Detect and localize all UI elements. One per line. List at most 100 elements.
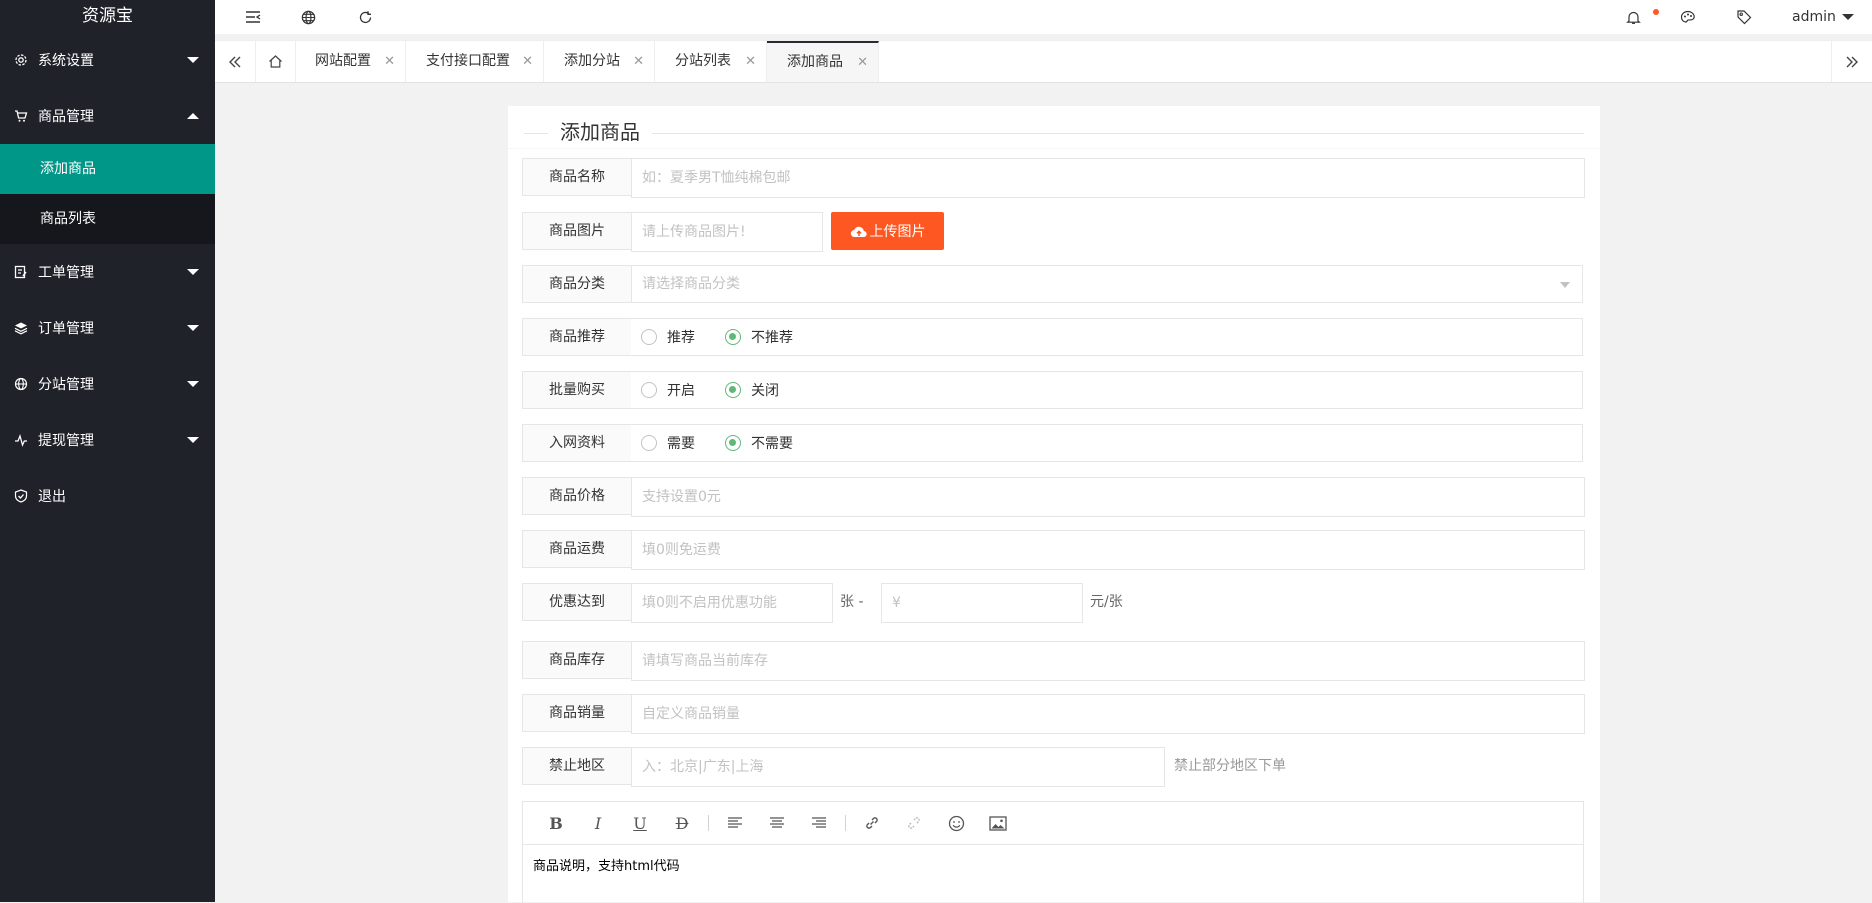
product-shipping-input[interactable]: [631, 530, 1585, 570]
product-image-input[interactable]: [631, 212, 823, 252]
sidebar-item-label: 系统设置: [38, 52, 94, 69]
product-stock-input[interactable]: [631, 641, 1585, 681]
product-price-input[interactable]: [631, 477, 1585, 517]
forbidden-region-input[interactable]: [631, 747, 1165, 787]
gear-icon: [14, 53, 28, 67]
close-icon[interactable]: ✕: [384, 41, 395, 82]
tab-payment-config[interactable]: 支付接口配置 ✕: [406, 41, 544, 82]
tab-site-config[interactable]: 网站配置 ✕: [295, 41, 406, 82]
radio-label: 需要: [667, 436, 695, 452]
globe-icon: [14, 377, 28, 391]
tabs-scroll-right-icon[interactable]: [1831, 41, 1872, 82]
radio-circle-checked: [725, 382, 741, 398]
italic-icon[interactable]: I: [577, 802, 619, 844]
sidebar-item-logout[interactable]: 退出: [0, 468, 215, 524]
sidebar-item-substation-management[interactable]: 分站管理: [0, 356, 215, 412]
emoji-icon[interactable]: [935, 802, 977, 844]
menu-toggle-icon[interactable]: [238, 0, 268, 34]
netinfo-radio-group: 需要 不需要: [631, 424, 1583, 462]
discount-separator: 张 -: [840, 594, 864, 610]
row-discount: 优惠达到 张 - 元/张: [522, 583, 1222, 623]
chevron-down-icon: [187, 325, 199, 331]
close-icon[interactable]: ✕: [633, 41, 644, 82]
tabs-scroll-left-icon[interactable]: [215, 41, 256, 82]
cloud-upload-icon: [850, 226, 867, 238]
bold-icon[interactable]: B: [535, 802, 577, 844]
strikethrough-icon[interactable]: D: [661, 802, 703, 844]
row-network-info: 入网资料 需要 不需要: [522, 424, 1583, 462]
chevron-down-icon: [187, 437, 199, 443]
ticket-icon: [14, 265, 28, 279]
product-shipping-label: 商品运费: [522, 530, 632, 568]
underline-icon[interactable]: U: [619, 802, 661, 844]
radio-label: 推荐: [667, 330, 695, 346]
close-icon[interactable]: ✕: [857, 43, 868, 82]
app-logo: 资源宝: [82, 6, 133, 26]
discount-label: 优惠达到: [522, 583, 632, 621]
description-editor: B I U D 商品说明，支持html代码: [522, 801, 1584, 903]
radio-label: 关闭: [751, 383, 779, 399]
caret-down-icon: [1560, 282, 1570, 288]
tab-add-substation[interactable]: 添加分站 ✕: [544, 41, 655, 82]
sidebar-item-label: 订单管理: [38, 321, 94, 337]
forbidden-region-hint: 禁止部分地区下单: [1174, 758, 1286, 774]
discount-quantity-input[interactable]: [631, 583, 833, 623]
tab-label: 添加分站: [564, 53, 620, 69]
row-product-category: 商品分类 请选择商品分类: [522, 265, 1583, 303]
radio-label: 不推荐: [751, 330, 793, 346]
sidebar-item-order-management[interactable]: 订单管理: [0, 300, 215, 356]
sidebar-item-ticket-management[interactable]: 工单管理: [0, 244, 215, 300]
unlink-icon[interactable]: [893, 802, 935, 844]
sidebar-item-label: 工单管理: [38, 265, 94, 281]
refresh-icon[interactable]: [350, 0, 380, 34]
align-right-icon[interactable]: [798, 802, 840, 844]
netinfo-radio-not-required[interactable]: 不需要: [725, 433, 793, 453]
chevron-down-icon: [1841, 14, 1854, 20]
product-name-label: 商品名称: [522, 158, 632, 196]
chevron-up-icon: [187, 112, 199, 119]
product-sales-input[interactable]: [631, 694, 1585, 734]
product-name-input[interactable]: [631, 158, 1585, 198]
add-product-card: 添加商品 商品名称 商品图片 上传图片 商品分类 请选择商品分类 商品推荐 推荐…: [508, 106, 1600, 903]
toolbar-divider: [708, 815, 709, 831]
upload-image-button[interactable]: 上传图片: [831, 212, 944, 250]
netinfo-radio-required[interactable]: 需要: [641, 433, 695, 453]
recommend-radio-yes[interactable]: 推荐: [641, 327, 695, 347]
title-divider: [524, 133, 548, 134]
globe-icon[interactable]: [293, 0, 323, 34]
bulk-purchase-label: 批量购买: [522, 371, 632, 409]
image-icon[interactable]: [977, 802, 1019, 844]
home-tab-icon[interactable]: [255, 41, 296, 82]
sidebar-item-label: 商品管理: [38, 108, 94, 125]
bulk-radio-on[interactable]: 开启: [641, 380, 695, 400]
bulk-radio-off[interactable]: 关闭: [725, 380, 779, 400]
row-product-image: 商品图片 上传图片: [522, 212, 952, 252]
user-menu[interactable]: admin: [1792, 0, 1854, 34]
row-product-stock: 商品库存: [522, 641, 1585, 681]
sidebar-item-product-management[interactable]: 商品管理: [0, 87, 215, 144]
product-recommend-label: 商品推荐: [522, 318, 632, 356]
tab-substation-list[interactable]: 分站列表 ✕: [655, 41, 767, 82]
page-tabs: 网站配置 ✕ 支付接口配置 ✕ 添加分站 ✕ 分站列表 ✕ 添加商品 ✕: [215, 40, 1872, 83]
align-center-icon[interactable]: [756, 802, 798, 844]
close-icon[interactable]: ✕: [745, 41, 756, 82]
link-icon[interactable]: [851, 802, 893, 844]
radio-circle: [641, 435, 657, 451]
recommend-radio-no[interactable]: 不推荐: [725, 327, 793, 347]
discount-price-input[interactable]: [881, 583, 1083, 623]
row-forbidden-region: 禁止地区 禁止部分地区下单: [522, 747, 1582, 787]
close-icon[interactable]: ✕: [522, 41, 533, 82]
tag-icon[interactable]: [1729, 0, 1759, 34]
bell-icon[interactable]: [1618, 0, 1648, 34]
tab-add-product[interactable]: 添加商品 ✕: [767, 41, 879, 82]
sidebar-item-withdrawal-management[interactable]: 提现管理: [0, 412, 215, 468]
sidebar-item-add-product[interactable]: 添加商品: [0, 144, 215, 194]
align-left-icon[interactable]: [714, 802, 756, 844]
editor-content[interactable]: 商品说明，支持html代码: [523, 845, 1583, 884]
palette-icon[interactable]: [1673, 0, 1703, 34]
cart-icon: [14, 109, 28, 123]
sidebar-item-system-settings[interactable]: 系统设置: [0, 32, 215, 87]
product-category-select[interactable]: 请选择商品分类: [631, 265, 1583, 303]
top-header: admin: [215, 0, 1872, 34]
sidebar-item-product-list[interactable]: 商品列表: [0, 194, 215, 244]
